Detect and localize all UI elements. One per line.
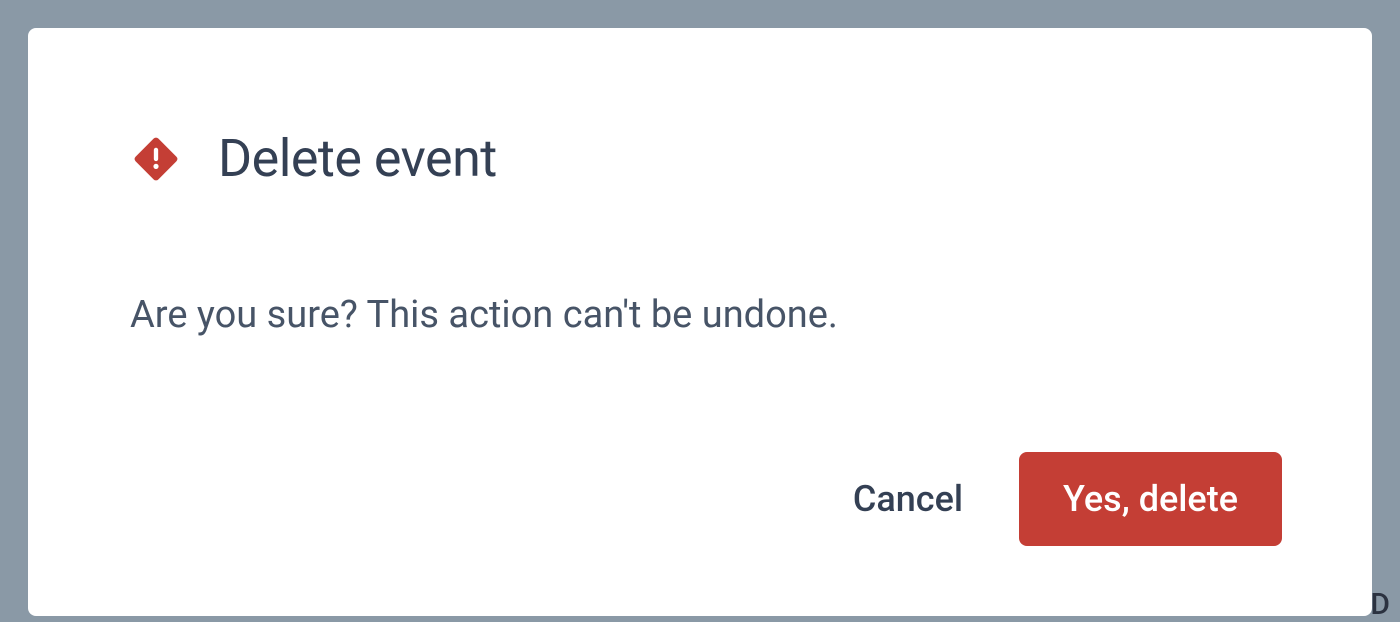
cancel-button[interactable]: Cancel: [845, 454, 971, 544]
dialog-header: Delete event: [130, 128, 1282, 189]
dialog-footer: Cancel Yes, delete: [130, 452, 1282, 546]
warning-icon: [130, 133, 182, 185]
confirmation-dialog: Delete event Are you sure? This action c…: [28, 28, 1372, 616]
dialog-title: Delete event: [218, 128, 497, 189]
dialog-message: Are you sure? This action can't be undon…: [130, 289, 1282, 342]
confirm-delete-button[interactable]: Yes, delete: [1019, 452, 1282, 546]
background-letter: D: [1370, 587, 1390, 622]
